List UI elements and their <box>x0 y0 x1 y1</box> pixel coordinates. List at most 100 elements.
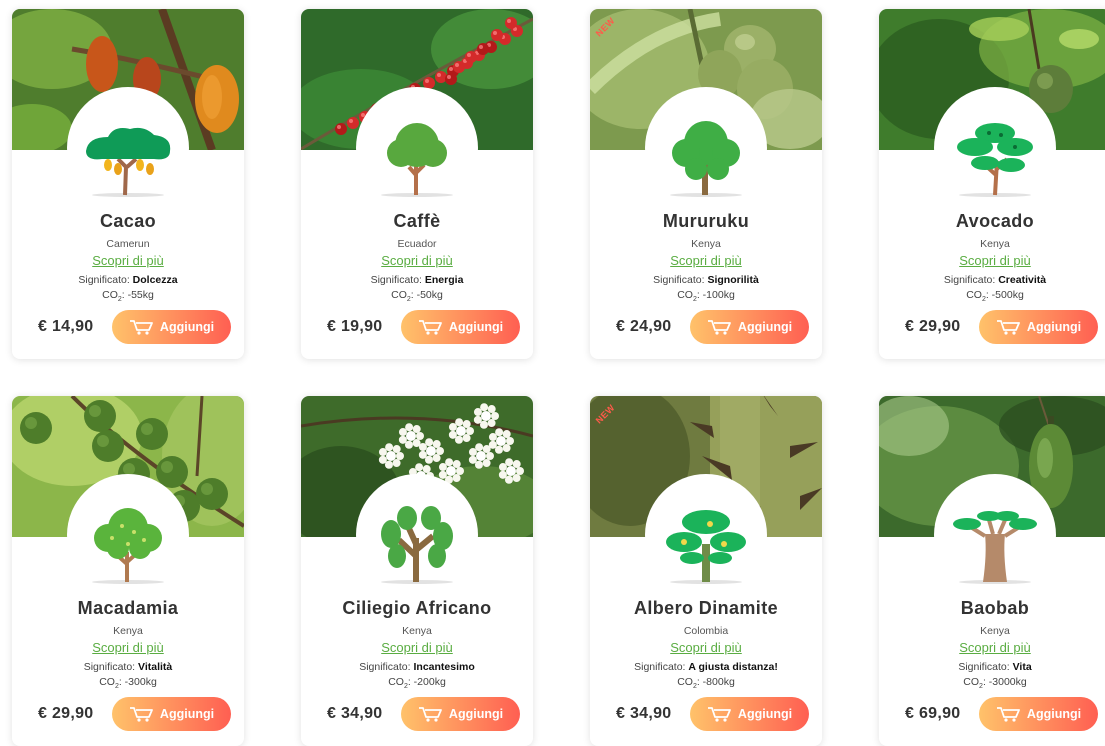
product-name: Ciliegio Africano <box>342 598 492 618</box>
product-country: Colombia <box>683 625 729 637</box>
add-button-label: Aggiungi <box>737 320 793 334</box>
meaning-value: Incantesimo <box>413 661 475 673</box>
product-co2: CO2: -500kg <box>879 289 1105 303</box>
product-card[interactable]: Avocado Kenya Scopri di più Significato:… <box>879 9 1105 359</box>
co2-value: : -500kg <box>985 289 1024 301</box>
product-name: Macadamia <box>77 598 179 618</box>
meaning-value: Dolcezza <box>132 274 178 286</box>
tree-illustration-icon <box>78 504 178 584</box>
meaning-label: Significato: <box>943 274 996 286</box>
product-co2: CO2: -200kg <box>301 676 533 690</box>
product-meaning: Significato: Signorilità <box>590 274 822 286</box>
add-button-label: Aggiungi <box>448 707 504 721</box>
add-to-cart-button[interactable]: Aggiungi <box>979 697 1098 731</box>
product-price: € 19,90 <box>327 318 383 335</box>
meaning-value: Vitalità <box>138 661 173 673</box>
product-country: Kenya <box>113 625 143 637</box>
product-meaning: Significato: Incantesimo <box>301 661 533 673</box>
product-card[interactable]: Baobab Kenya Scopri di più Significato: … <box>879 396 1105 746</box>
meaning-label: Significato: <box>370 274 422 286</box>
co2-value: : -50kg <box>410 289 443 301</box>
tree-illustration-icon <box>656 117 756 197</box>
discover-more-link[interactable]: Scopri di più <box>879 640 1105 655</box>
co2-value: : -3000kg <box>982 676 1027 688</box>
product-name: Baobab <box>960 598 1030 618</box>
co2-prefix: CO <box>99 676 115 688</box>
discover-more-link[interactable]: Scopri di più <box>301 640 533 655</box>
product-card[interactable]: Cacao Camerun Scopri di più Significato:… <box>12 9 244 359</box>
co2-prefix: CO <box>391 289 407 301</box>
product-country: Kenya <box>980 238 1010 250</box>
product-price: € 69,90 <box>905 705 961 722</box>
meaning-label: Significato: <box>653 274 705 286</box>
add-to-cart-button[interactable]: Aggiungi <box>979 310 1098 344</box>
product-card[interactable]: Caffè Ecuador Scopri di più Significato:… <box>301 9 533 359</box>
product-card[interactable]: NEW Albero Dinamite Colombia Scopri di p… <box>590 396 822 746</box>
product-card[interactable]: NEW Mururuku Kenya Scopri di più Signifi… <box>590 9 822 359</box>
product-name: Caffè <box>393 211 441 231</box>
add-button-label: Aggiungi <box>448 320 504 334</box>
co2-value: : -200kg <box>407 676 446 688</box>
product-meaning: Significato: Dolcezza <box>12 274 244 286</box>
meaning-label: Significato: <box>958 661 1010 673</box>
meaning-label: Significato: <box>359 661 411 673</box>
add-to-cart-button[interactable]: Aggiungi <box>690 310 809 344</box>
product-meaning: Significato: Energia <box>301 274 533 286</box>
product-co2: CO2: -100kg <box>590 289 822 303</box>
co2-prefix: CO <box>966 289 982 301</box>
product-name: Albero Dinamite <box>633 598 779 618</box>
tree-illustration-icon <box>367 504 467 584</box>
add-to-cart-button[interactable]: Aggiungi <box>112 310 231 344</box>
cart-icon <box>707 319 733 335</box>
product-price: € 34,90 <box>616 705 672 722</box>
add-button-label: Aggiungi <box>159 707 215 721</box>
tree-illustration-icon <box>945 117 1045 197</box>
meaning-value: Creatività <box>998 274 1047 286</box>
product-country: Kenya <box>402 625 432 637</box>
product-co2: CO2: -800kg <box>590 676 822 690</box>
discover-more-link[interactable]: Scopri di più <box>590 640 822 655</box>
discover-more-link[interactable]: Scopri di più <box>12 253 244 268</box>
discover-more-link[interactable]: Scopri di più <box>879 253 1105 268</box>
product-country: Kenya <box>980 625 1010 637</box>
product-card[interactable]: Ciliegio Africano Kenya Scopri di più Si… <box>301 396 533 746</box>
product-price: € 14,90 <box>38 318 94 335</box>
add-button-label: Aggiungi <box>159 320 215 334</box>
cart-icon <box>418 319 444 335</box>
co2-prefix: CO <box>963 676 980 688</box>
discover-more-link[interactable]: Scopri di più <box>590 253 822 268</box>
meaning-label: Significato: <box>634 661 686 673</box>
product-price: € 29,90 <box>38 705 94 722</box>
tree-illustration-icon <box>367 117 467 197</box>
cart-icon <box>707 706 733 722</box>
tree-illustration-icon <box>656 504 756 584</box>
meaning-value: Vita <box>1012 661 1032 673</box>
add-to-cart-button[interactable]: Aggiungi <box>690 697 809 731</box>
meaning-value: Energia <box>424 274 464 286</box>
product-price: € 29,90 <box>905 318 961 335</box>
add-button-label: Aggiungi <box>1026 707 1082 721</box>
product-country: Ecuador <box>397 238 437 250</box>
meaning-value: Signorilità <box>707 274 759 286</box>
discover-more-link[interactable]: Scopri di più <box>301 253 533 268</box>
add-to-cart-button[interactable]: Aggiungi <box>112 697 231 731</box>
cart-icon <box>129 319 155 335</box>
product-price: € 24,90 <box>616 318 672 335</box>
co2-prefix: CO <box>677 289 693 301</box>
product-meaning: Significato: Vitalità <box>12 661 244 673</box>
product-name: Avocado <box>955 211 1035 231</box>
product-meaning: Significato: Creatività <box>879 274 1105 286</box>
product-name: Mururuku <box>662 211 750 231</box>
meaning-value: A giusta distanza! <box>688 661 778 673</box>
cart-icon <box>418 706 444 722</box>
product-co2: CO2: -50kg <box>301 289 533 303</box>
discover-more-link[interactable]: Scopri di più <box>12 640 244 655</box>
add-to-cart-button[interactable]: Aggiungi <box>401 697 520 731</box>
add-to-cart-button[interactable]: Aggiungi <box>401 310 520 344</box>
product-card[interactable]: Macadamia Kenya Scopri di più Significat… <box>12 396 244 746</box>
co2-value: : -300kg <box>118 676 157 688</box>
product-name: Cacao <box>99 211 157 231</box>
co2-value: : -800kg <box>696 676 735 688</box>
co2-prefix: CO <box>677 676 693 688</box>
product-co2: CO2: -300kg <box>12 676 244 690</box>
